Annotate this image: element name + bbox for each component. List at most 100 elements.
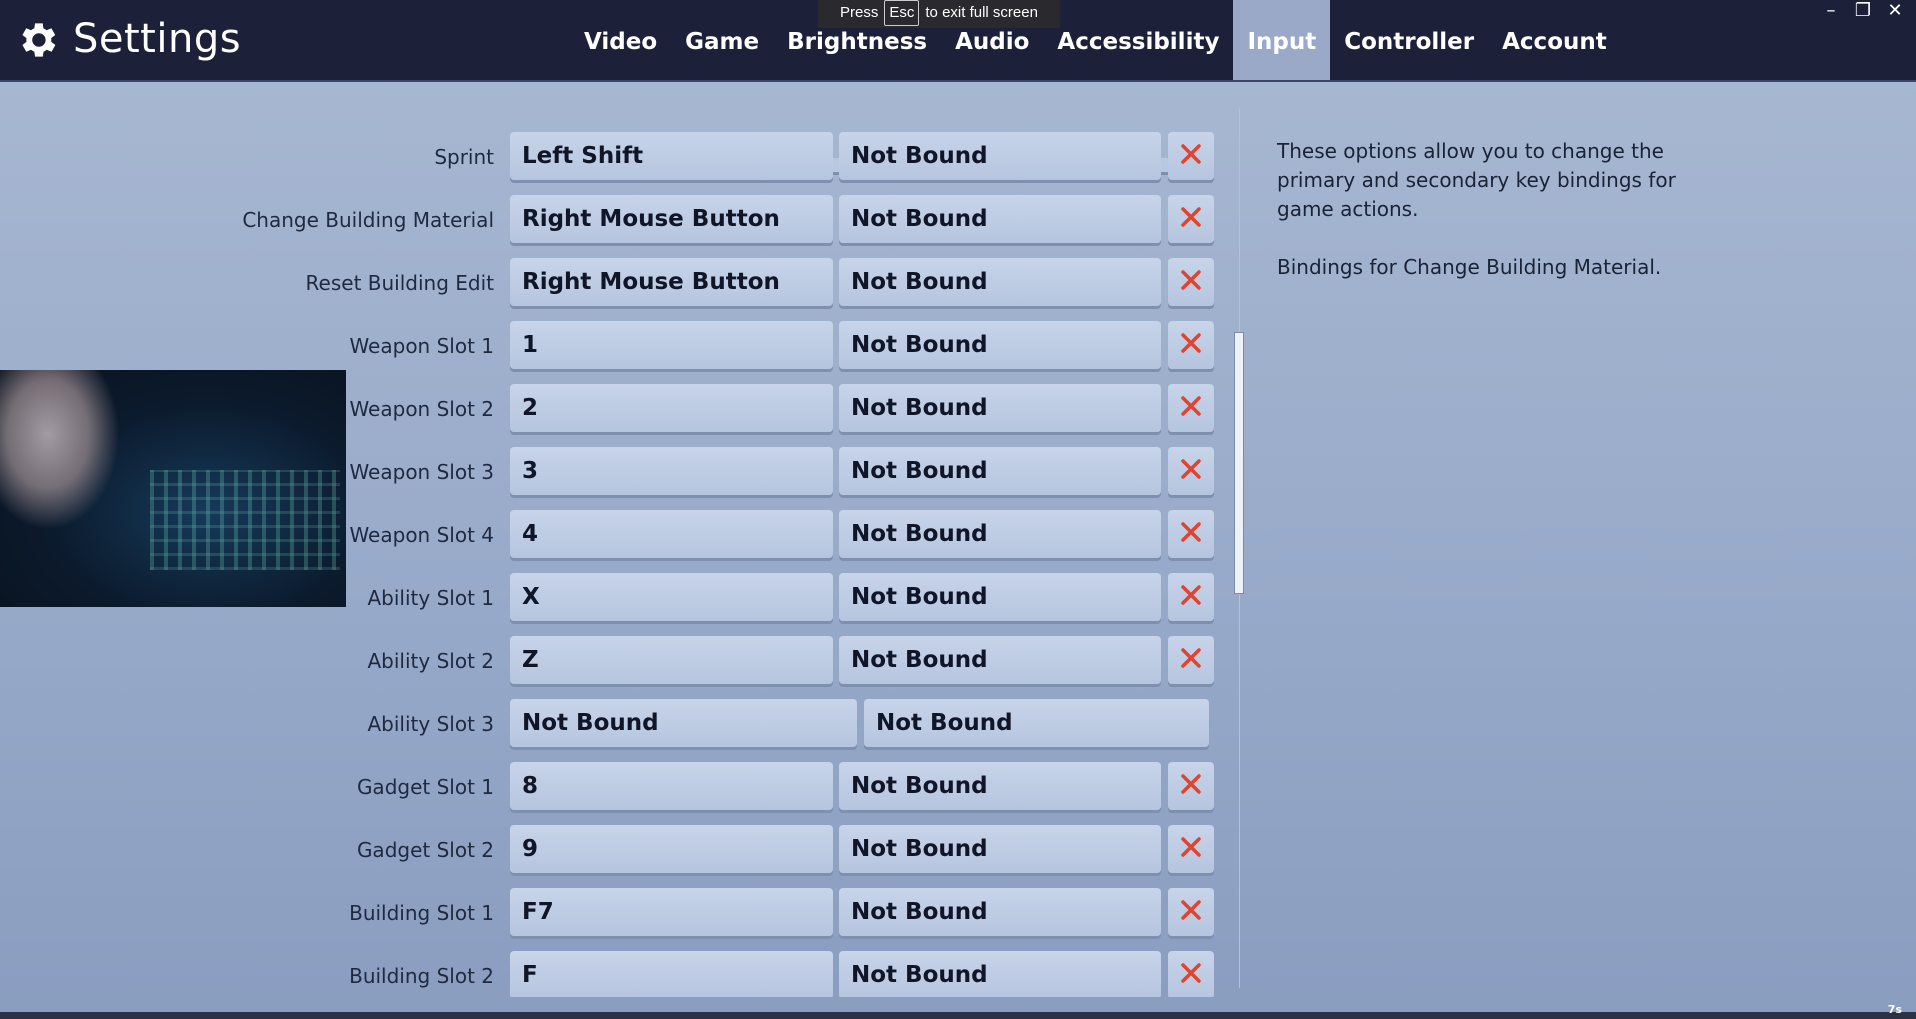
tab-video[interactable]: Video [570,0,671,80]
clear-binding-button[interactable] [1168,258,1214,306]
clear-binding-button[interactable] [1168,510,1214,558]
webcam-keyboard [150,470,340,570]
secondary-binding-button[interactable]: Not Bound [839,573,1161,621]
tab-input[interactable]: Input [1233,0,1331,80]
binding-action-label: Sprint [434,145,494,169]
primary-binding-button[interactable]: X [510,573,833,621]
binding-row: Sprint Left Shift Not Bound [0,132,1230,182]
secondary-binding-button[interactable]: Not Bound [839,951,1161,997]
primary-binding-button[interactable]: Z [510,636,833,684]
settings-tabs: Video Game Brightness Audio Accessibilit… [570,0,1621,80]
secondary-binding-button[interactable]: Not Bound [839,132,1161,180]
binding-action-label: Weapon Slot 2 [349,397,494,421]
primary-binding-button[interactable]: 2 [510,384,833,432]
secondary-binding-button[interactable]: Not Bound [839,258,1161,306]
close-x-icon [1179,835,1203,863]
close-x-icon [1179,520,1203,548]
close-x-icon [1179,268,1203,296]
primary-binding-button[interactable]: 9 [510,825,833,873]
binding-row: Reset Building Edit Right Mouse Button Not… [0,258,1230,308]
description-selected: Bindings for Change Building Material. [1277,255,1662,279]
close-x-icon [1179,646,1203,674]
clear-binding-button[interactable] [1168,888,1214,936]
tab-account[interactable]: Account [1488,0,1621,80]
tab-game[interactable]: Game [671,0,773,80]
binding-row: Weapon Slot 1 1 Not Bound [0,321,1230,371]
tab-controller[interactable]: Controller [1330,0,1488,80]
binding-row: Gadget Slot 1 8 Not Bound [0,762,1230,812]
close-x-icon [1179,961,1203,989]
banner-suffix: to exit full screen [925,4,1038,21]
primary-binding-button[interactable]: 8 [510,762,833,810]
secondary-binding-button[interactable]: Not Bound [839,384,1161,432]
description-general: These options allow you to change the pr… [1277,139,1676,221]
restore-icon[interactable]: ❐ [1852,0,1874,21]
binding-action-label: Ability Slot 3 [367,712,495,736]
close-x-icon [1179,772,1203,800]
header-bar: Settings Video Game Brightness Audio Acc… [0,0,1916,82]
page-title: Settings [73,16,242,62]
close-icon[interactable]: ✕ [1884,0,1906,21]
minimize-icon[interactable]: – [1820,0,1842,21]
secondary-binding-button[interactable]: Not Bound [839,195,1161,243]
secondary-binding-button[interactable]: Not Bound [839,888,1161,936]
close-x-icon [1179,205,1203,233]
clear-binding-button[interactable] [1168,321,1214,369]
close-x-icon [1179,331,1203,359]
primary-binding-button[interactable]: 1 [510,321,833,369]
webcam-overlay [0,370,346,607]
binding-action-label: Gadget Slot 2 [356,838,494,862]
binding-action-label: Change Building Material [242,208,494,232]
binding-row: Building Slot 2 F Not Bound [0,951,1230,997]
secondary-binding-button[interactable]: Not Bound [839,510,1161,558]
primary-binding-button[interactable]: Left Shift [510,132,833,180]
clear-binding-button[interactable] [1168,195,1214,243]
webcam-hand [0,370,120,530]
binding-row: Ability Slot 2 Z Not Bound [0,636,1230,686]
clear-binding-button[interactable] [1168,762,1214,810]
window-controls: – ❐ ✕ [1820,0,1906,21]
primary-binding-button[interactable]: 4 [510,510,833,558]
banner-press: Press [840,4,879,21]
binding-row: Change Building Material Right Mouse Butt… [0,195,1230,245]
binding-row: Ability Slot 3 Not Bound Not Bound [0,699,1230,749]
clear-binding-button[interactable] [1168,447,1214,495]
binding-row: Building Slot 1 F7 Not Bound [0,888,1230,938]
close-x-icon [1179,457,1203,485]
clear-binding-button[interactable] [1168,132,1214,180]
binding-action-label: Gadget Slot 1 [356,775,494,799]
secondary-binding-button[interactable]: Not Bound [839,321,1161,369]
binding-action-label: Weapon Slot 1 [349,334,494,358]
overlay-timer: 7s [1887,1003,1902,1016]
close-x-icon [1179,898,1203,926]
primary-binding-button[interactable]: Right Mouse Button [510,258,833,306]
secondary-binding-button[interactable]: Not Bound [839,636,1161,684]
binding-action-label: Building Slot 1 [349,901,494,925]
binding-action-label: Building Slot 2 [349,964,494,988]
binding-action-label: Reset Building Edit [305,271,494,295]
clear-binding-button[interactable] [1168,384,1214,432]
clear-binding-button[interactable] [1168,825,1214,873]
tab-accessibility[interactable]: Accessibility [1043,0,1233,80]
clear-binding-button[interactable] [1168,573,1214,621]
binding-action-label: Ability Slot 1 [367,586,495,610]
primary-binding-button[interactable]: F7 [510,888,833,936]
primary-binding-button[interactable]: F [510,951,833,997]
binding-action-label: Ability Slot 2 [367,649,495,673]
binding-action-label: Weapon Slot 4 [349,523,494,547]
secondary-binding-button[interactable]: Not Bound [839,447,1161,495]
secondary-binding-button[interactable]: Not Bound [839,825,1161,873]
bottom-bar [0,1012,1916,1019]
binding-row: Gadget Slot 2 9 Not Bound [0,825,1230,875]
binding-action-label: Weapon Slot 3 [349,460,494,484]
secondary-binding-button[interactable]: Not Bound [864,699,1209,747]
primary-binding-button[interactable]: Not Bound [510,699,857,747]
scrollbar-thumb[interactable] [1234,332,1244,594]
gear-icon [22,23,56,57]
close-x-icon [1179,583,1203,611]
clear-binding-button[interactable] [1168,951,1214,997]
clear-binding-button[interactable] [1168,636,1214,684]
primary-binding-button[interactable]: Right Mouse Button [510,195,833,243]
secondary-binding-button[interactable]: Not Bound [839,762,1161,810]
primary-binding-button[interactable]: 3 [510,447,833,495]
